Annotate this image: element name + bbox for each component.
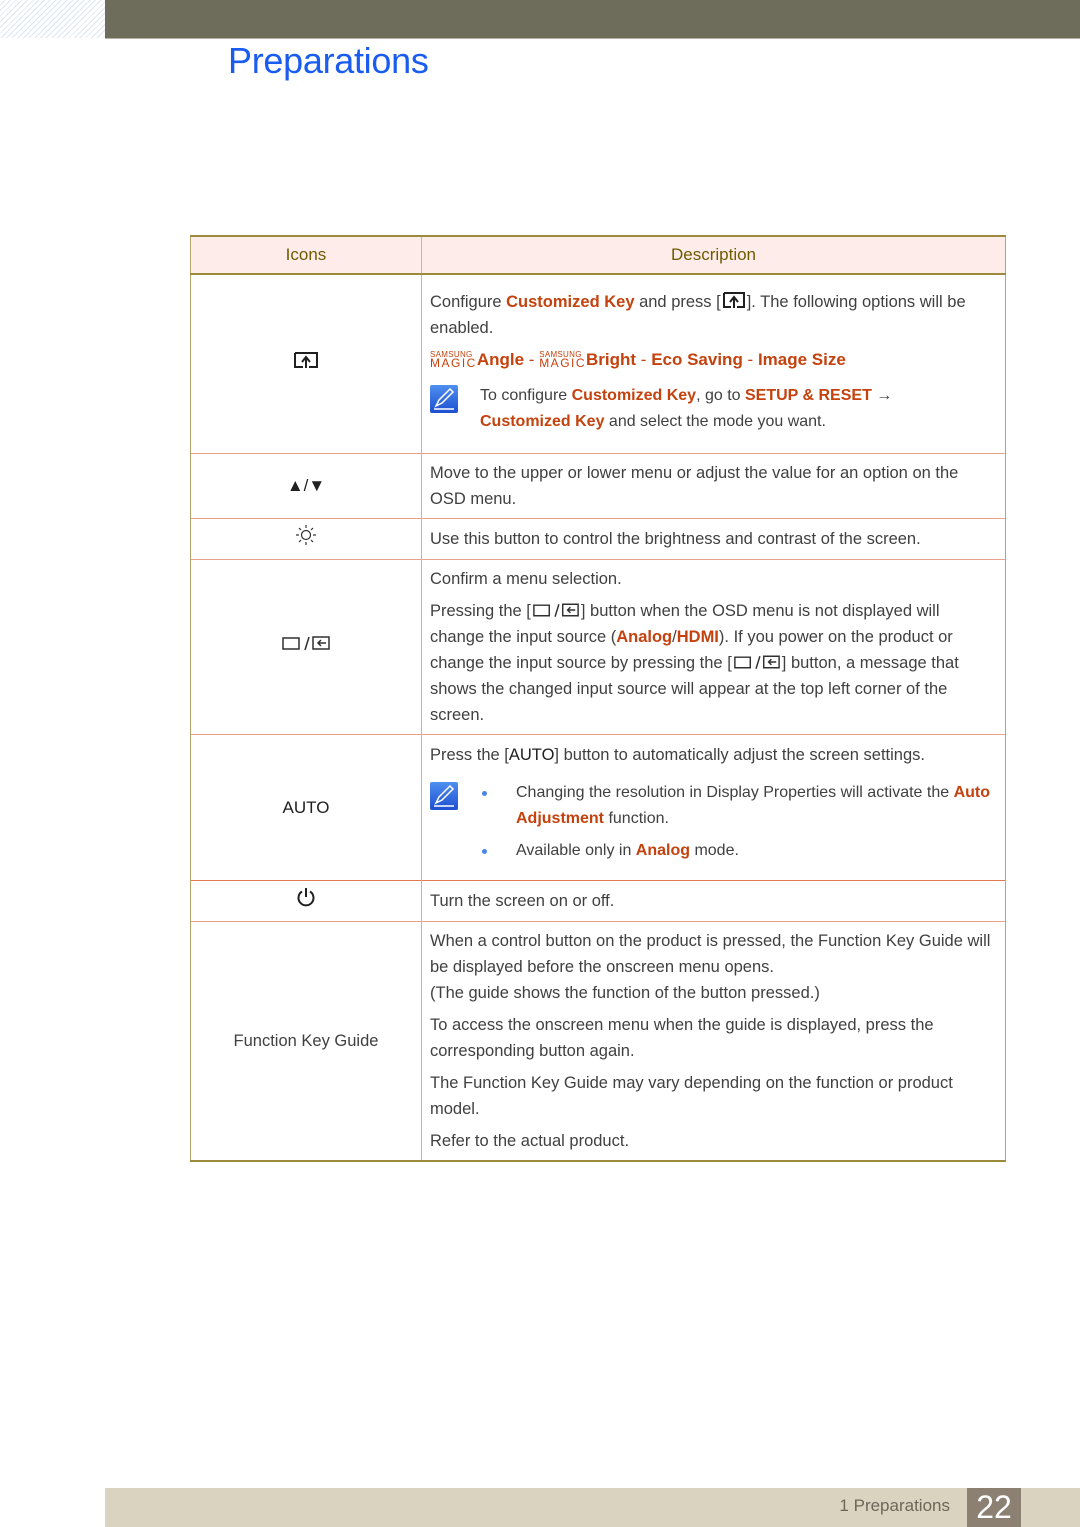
table-row: Confirm a menu selection. Pressing the [… (190, 559, 1006, 735)
note-pencil-icon (430, 781, 458, 810)
menu-source-icon (282, 636, 330, 651)
note-box: To configure Customized Key, go to SETUP… (430, 383, 997, 435)
up-down-arrows-icon: ▲/▼ (286, 476, 326, 495)
option-angle: Angle (476, 350, 525, 369)
auto-key-label: AUTO (282, 797, 330, 817)
customized-key-icon (294, 352, 318, 368)
menu-path-setup-reset: SETUP & RESET (745, 387, 872, 404)
customized-key-icon (722, 292, 745, 308)
list-item: Changing the resolution in Display Prope… (482, 780, 997, 832)
note-bullet-list: Changing the resolution in Display Prope… (480, 780, 997, 870)
note-text: To configure Customized Key, go to SETUP… (480, 387, 893, 430)
list-item: Available only in Analog mode. (482, 838, 997, 864)
icon-cell (190, 880, 422, 922)
table-row: Function Key Guide When a control button… (190, 921, 1006, 1162)
description-cell: Move to the upper or lower menu or adjus… (421, 453, 1006, 519)
samsung-magic-logo: SAMSUNG MAGIC (539, 350, 587, 370)
option-image-size: Image Size (757, 350, 846, 369)
page-number-badge: 22 (967, 1488, 1021, 1527)
option-eco-saving: Eco Saving (651, 350, 743, 369)
column-header-description: Description (421, 235, 1006, 275)
table-header-row: Icons Description (190, 235, 1006, 275)
menu-source-icon (533, 603, 579, 617)
option-bright: Bright (586, 350, 637, 369)
menu-source-icon (733, 655, 780, 669)
brightness-icon (296, 525, 316, 545)
note-box: Changing the resolution in Display Prope… (430, 780, 997, 870)
note-pencil-icon (430, 385, 458, 413)
page-footer: 1 Preparations (105, 1488, 1080, 1527)
icon-cell: ▲/▼ (190, 453, 422, 519)
icon-cell: Function Key Guide (190, 921, 422, 1162)
chapter-header-bar (105, 0, 1080, 39)
description-cell: Use this button to control the brightnes… (421, 518, 1006, 560)
description-cell: Configure Customized Key and press []. T… (421, 273, 1006, 454)
customized-key-options: SAMSUNG MAGIC Angle - SAMSUNG MAGIC Bright -… (430, 350, 846, 370)
page-title: Preparations (228, 40, 429, 81)
table-row: AUTO Press the [AUTO] button to automati… (190, 734, 1006, 881)
chapter-tab-shape (105, 26, 135, 38)
description-cell: Press the [AUTO] button to automatically… (421, 734, 1006, 881)
icons-table: Icons Description Configure Customized K… (190, 235, 1006, 1162)
description-cell: Turn the screen on or off. (421, 880, 1006, 922)
table-row: Turn the screen on or off. (190, 880, 1006, 922)
icon-cell (190, 559, 422, 735)
description-cell: When a control button on the product is … (421, 921, 1006, 1162)
icon-cell (190, 518, 422, 560)
table-row: ▲/▼ Move to the upper or lower menu or a… (190, 453, 1006, 519)
arrow-right-icon: → (871, 387, 893, 404)
auto-key-label: AUTO (508, 745, 555, 764)
function-key-guide-label: Function Key Guide (233, 1032, 379, 1050)
decorative-hatch (0, 0, 105, 38)
footer-section-label: 1 Preparations (839, 1496, 950, 1515)
customized-key-link: Customized Key (506, 293, 635, 311)
table-row: Use this button to control the brightnes… (190, 518, 1006, 560)
icon-cell (190, 273, 422, 454)
power-icon (297, 888, 315, 907)
samsung-magic-logo: SAMSUNG MAGIC (430, 350, 477, 370)
table-row: Configure Customized Key and press []. T… (190, 273, 1006, 454)
description-cell: Confirm a menu selection. Pressing the [… (421, 559, 1006, 735)
icon-cell: AUTO (190, 734, 422, 881)
column-header-icons: Icons (190, 235, 422, 275)
description-paragraph: Configure Customized Key and press []. T… (430, 289, 997, 341)
